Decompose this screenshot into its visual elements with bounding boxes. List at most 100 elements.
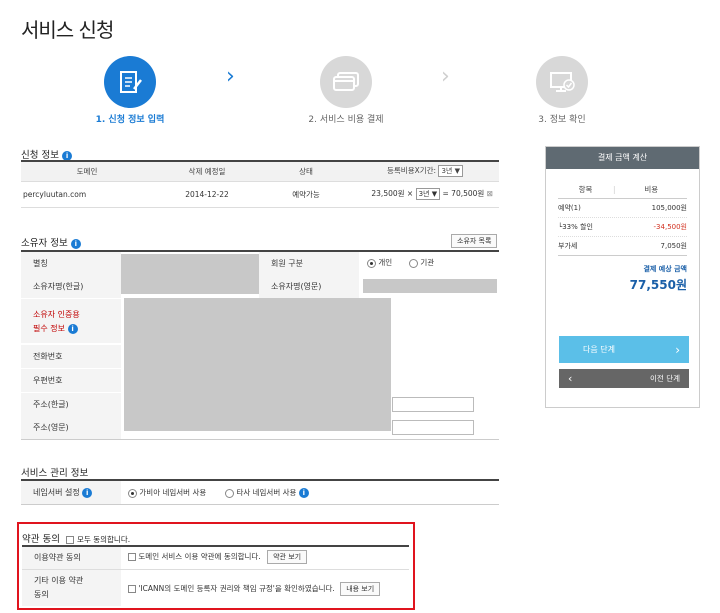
label-addr-en: 주소(영문) [21,416,121,439]
next-step-label: 다음 단계 [583,345,615,354]
payment-header-item: 항목 [578,185,593,194]
terms-use-row: 도메인 서비스 이용 약관에 동의합니다. 약관 보기 [128,550,308,564]
view-terms-button[interactable]: 약관 보기 [267,550,308,564]
step-1-label: 1. 신청 정보 입력 [95,115,165,125]
radio-individual-label: 개인 [378,258,393,267]
terms-use-checkbox[interactable] [128,553,136,561]
application-table: 도메인 삭제 예정일 상태 등록비용X기간: 3년 ▼ percyluutan.… [21,160,499,208]
page-title: 서비스 신청 [21,18,114,42]
agree-all-label: 모두 동의합니다. [77,535,131,544]
owner-table-bottom [21,439,499,440]
payment-row: 부가세 7,050원 [558,237,687,256]
header-deletion-date: 삭제 예정일 [153,161,261,182]
chevron-right-icon: › [675,342,680,357]
terms-other-line2: 동의 [34,590,49,599]
prev-step-button[interactable]: ‹ 이전 단계 [559,369,689,388]
label-phone: 전화번호 [21,345,121,368]
row-deletion-date: 2014-12-22 [153,181,261,208]
redacted-block-3 [124,298,391,431]
label-alias: 별칭 [21,252,121,275]
auth-line1: 소유자 인증용 [33,310,80,319]
info-icon[interactable]: i [70,238,81,249]
header-period-value: 3년 [441,167,453,176]
row-domain: percyluutan.com [21,181,153,208]
section-title-application: 신청 정보 i [21,147,73,161]
expected-label: 결제 예상 금액 [643,265,687,273]
info-icon[interactable]: i [67,323,78,334]
radio-individual[interactable] [367,258,376,268]
label-nameserver: 네임서버 설정 i [21,481,121,504]
terms-other-line1: 기타 이용 약관 [34,576,84,585]
header-status: 상태 [261,161,351,182]
auth-line2-wrap: 필수 정보 i [33,322,121,336]
member-type-options: 개인 기관 [367,257,434,268]
step-3-icon [536,56,588,108]
payment-row: 예약(1) 105,000원 [558,199,687,218]
redacted-block-1 [121,254,259,294]
section-title-text: 소유자 정보 [21,238,68,249]
label-name-kr: 소유자명(한글) [21,275,121,298]
payment-row-cost: 105,000원 [651,204,687,212]
delete-icon[interactable]: ⊠ [487,189,493,198]
row-fee: 23,500원 × 3년 ▼ = 70,500원 ⊠ [351,181,499,208]
label-auth-required: 소유자 인증용 필수 정보 i [21,299,121,343]
nameserver-label-text: 네임서버 설정 [33,488,80,497]
payment-row-item: 예약(1) [558,204,581,212]
payment-header-cost: 비용 [644,185,659,194]
section-title-service: 서비스 관리 정보 [21,468,89,479]
chevron-right-icon: › [226,64,235,89]
radio-other-ns[interactable] [225,488,235,498]
step-2-label: 2. 서비스 비용 결제 [308,115,384,125]
unit-price: 23,500원 × [371,189,414,198]
info-icon[interactable]: i [62,150,73,161]
owner-list-button[interactable]: 소유자 목록 [451,234,498,248]
auth-line2: 필수 정보 [33,324,65,333]
payment-row-cost: -34,500원 [653,223,687,231]
header-domain: 도메인 [21,161,153,182]
row-total: = 70,500원 [442,189,485,198]
row-status: 예약가능 [261,181,351,208]
chevron-right-icon: › [441,64,450,89]
chevron-left-icon: ‹ [568,372,573,385]
payment-title: 결제 금액 계산 [546,147,699,169]
payment-row: └33% 할인 -34,500원 [558,218,687,237]
radio-organization-label: 기관 [420,258,435,267]
radio-gabia-ns-label: 가비아 네임서버 사용 [139,488,207,497]
label-name-en: 소유자명(영문) [259,275,359,298]
step-3-label: 3. 정보 확인 [538,115,586,125]
step-2-icon [320,56,372,108]
expected-amount: 77,550원 [629,278,687,292]
terms-header: 약관 동의 모두 동의합니다. [22,531,130,545]
terms-other-text: 'ICANN의 도메인 등록자 권리와 책임 규정'을 확인하였습니다. [138,584,335,593]
label-zip: 우편번호 [21,369,121,392]
label-terms-use: 이용약관 동의 [22,547,121,569]
terms-other-row: 'ICANN의 도메인 등록자 권리와 책임 규정'을 확인하였습니다. 내용 … [128,582,381,596]
radio-organization[interactable] [408,258,418,268]
nameserver-options: 가비아 네임서버 사용 타사 네임서버 사용 i [128,487,309,498]
redacted-block-2 [363,279,497,293]
view-content-button[interactable]: 내용 보기 [340,582,381,596]
terms-use-text: 도메인 서비스 이용 약관에 동의합니다. [138,552,261,561]
payment-row-cost: 7,050원 [660,242,687,250]
agree-all-checkbox[interactable] [66,535,75,544]
label-addr-kr: 주소(한글) [21,393,121,416]
terms-title: 약관 동의 [22,534,60,545]
next-step-button[interactable]: 다음 단계 › [559,336,689,363]
header-period-select[interactable]: 3년 ▼ [438,165,463,178]
row-period-value: 3년 [418,190,430,198]
info-icon[interactable]: i [82,487,93,498]
step-1-icon [104,56,156,108]
service-table-bottom [21,504,499,505]
payment-panel: 결제 금액 계산 항목 | 비용 예약(1) 105,000원 └33% 할인 … [545,146,700,408]
radio-other-ns-label: 타사 네임서버 사용 [236,488,297,497]
row-period-select[interactable]: 3년 ▼ [415,188,441,200]
radio-gabia-ns[interactable] [128,488,137,498]
payment-row-item: └33% 할인 [558,223,593,231]
address-en-input[interactable] [392,420,474,435]
fee-period-label: 등록비용X기간: [387,166,437,176]
label-member-type: 회원 구분 [259,252,359,275]
terms-other-checkbox[interactable] [128,585,136,593]
prev-step-label: 이전 단계 [650,374,680,383]
info-icon[interactable]: i [298,488,309,498]
address-kr-input[interactable] [392,397,474,412]
